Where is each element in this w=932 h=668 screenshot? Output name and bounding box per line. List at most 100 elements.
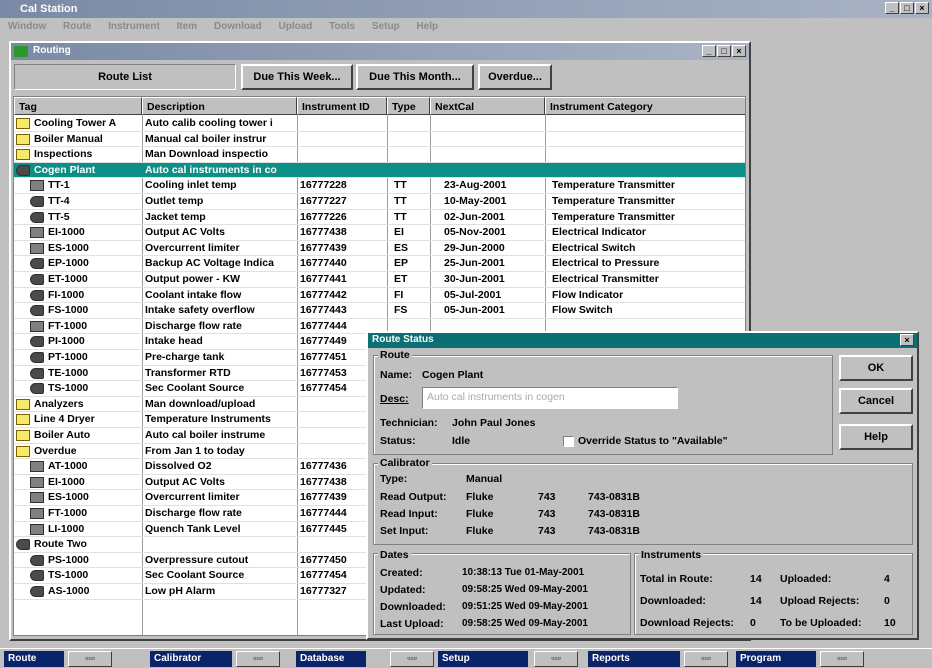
table-row[interactable]: Boiler Manual Manual cal boiler instrur xyxy=(14,132,745,148)
table-row[interactable]: TT-4 Outlet temp 16777227 TT 10-May-2001 Temp… xyxy=(14,194,745,210)
table-cell-id xyxy=(300,147,385,163)
taskbar-item-program[interactable]: Program xyxy=(736,651,816,667)
table-row[interactable]: TT-5 Jacket temp 16777226 TT 02-Jun-2001 Temp… xyxy=(14,210,745,226)
table-row[interactable]: FI-1000 Coolant intake flow 16777442 FI 05-J… xyxy=(14,288,745,304)
column-header-description[interactable]: Description xyxy=(142,97,297,115)
override-status-checkbox[interactable] xyxy=(563,436,574,447)
route-icon xyxy=(30,352,44,363)
column-header-tag[interactable]: Tag xyxy=(14,97,142,115)
taskbar-item-setup[interactable]: Setup xyxy=(438,651,528,667)
restore-icon[interactable]: ▫▫▫ xyxy=(684,651,728,667)
table-cell-type: FI xyxy=(394,288,404,301)
cal-row-make: Fluke xyxy=(466,525,494,537)
table-cell-desc: Output AC Volts xyxy=(145,226,225,239)
table-row[interactable]: EI-1000 Output AC Volts 16777438 EI 05-Nov-2… xyxy=(14,225,745,241)
route-icon xyxy=(30,554,44,566)
type-label: Type: xyxy=(380,473,408,485)
restore-icon[interactable]: ▫▫▫ xyxy=(236,651,280,667)
route-icon xyxy=(30,367,44,379)
minimize-icon[interactable]: _ xyxy=(885,2,899,14)
taskbar-item-database[interactable]: Database xyxy=(296,651,366,667)
restore-icon[interactable]: ▫▫▫ xyxy=(390,651,434,667)
taskbar-item-calibrator[interactable]: Calibrator xyxy=(150,651,232,667)
taskbar-item-reports[interactable]: Reports xyxy=(588,651,680,667)
route-icon xyxy=(30,274,44,285)
restore-icon[interactable]: ▫▫▫ xyxy=(820,651,864,667)
table-cell-desc: Auto calib cooling tower i xyxy=(145,117,273,129)
close-icon[interactable]: × xyxy=(900,334,914,346)
table-row[interactable]: EP-1000 Backup AC Voltage Indica 16777440 E… xyxy=(14,256,745,272)
table-cell-next xyxy=(444,163,544,179)
table-row[interactable]: Inspections Man Download inspectio xyxy=(14,147,745,163)
table-cell-type: TT xyxy=(394,195,407,207)
close-icon[interactable]: × xyxy=(915,2,929,14)
table-cell-tag: FT-1000 xyxy=(48,319,88,332)
date-value: 09:58:25 Wed 09-May-2001 xyxy=(462,584,588,595)
menu-item[interactable]: Upload xyxy=(279,21,313,32)
table-row[interactable]: FS-1000 Intake safety overflow 16777443 FS 0… xyxy=(14,303,745,319)
menu-item[interactable]: Help xyxy=(416,21,438,32)
override-status-label[interactable]: Override Status to "Available" xyxy=(578,435,728,447)
folder-icon xyxy=(16,398,30,410)
overdue-button[interactable]: Overdue... xyxy=(478,64,552,90)
table-cell-id: 16777439 xyxy=(300,241,347,254)
due-this-month-button[interactable]: Due This Month... xyxy=(356,64,474,90)
column-header-instrument-category[interactable]: Instrument Category xyxy=(545,97,745,115)
instrument-icon xyxy=(30,476,44,488)
table-cell-tag: Boiler Manual xyxy=(34,132,103,145)
menu-item[interactable]: Item xyxy=(177,21,198,32)
menu-item[interactable]: Setup xyxy=(372,21,400,32)
instrument-icon xyxy=(30,180,44,192)
due-this-week-button[interactable]: Due This Week... xyxy=(241,64,353,90)
column-header-type[interactable]: Type xyxy=(387,97,430,115)
table-cell-tag: Inspections xyxy=(34,148,93,161)
close-icon[interactable]: × xyxy=(732,45,746,57)
column-header-nextcal[interactable]: NextCal xyxy=(430,97,545,115)
table-cell-tag: Route Two xyxy=(34,538,87,551)
table-cell-next: 30-Jun-2001 xyxy=(444,273,505,285)
minimize-icon[interactable]: _ xyxy=(702,45,716,57)
download-rejects-value: 0 xyxy=(750,617,756,629)
menu-item[interactable]: Tools xyxy=(329,21,355,32)
restore-icon[interactable]: ▫▫▫ xyxy=(68,651,112,667)
downloaded-value: 14 xyxy=(750,595,762,607)
table-cell-desc: Sec Coolant Source xyxy=(145,382,245,395)
table-cell-tag: TT-1 xyxy=(48,179,70,192)
folder-icon xyxy=(16,445,30,457)
table-cell-next: 10-May-2001 xyxy=(444,195,507,207)
instrument-icon xyxy=(30,508,44,519)
route-list-label: Route List xyxy=(14,64,236,90)
help-button[interactable]: Help xyxy=(839,424,913,450)
table-cell-desc xyxy=(145,537,295,553)
column-header-instrument-id[interactable]: Instrument ID xyxy=(297,97,387,115)
table-cell-cat: Electrical to Pressure xyxy=(552,257,660,270)
menu-item[interactable]: Instrument xyxy=(108,21,160,32)
instrument-icon xyxy=(30,492,44,504)
ok-button[interactable]: OK xyxy=(839,355,913,381)
table-cell-tag: TS-1000 xyxy=(48,569,89,582)
taskbar-item-route[interactable]: Route xyxy=(4,651,64,667)
cancel-button[interactable]: Cancel xyxy=(839,388,913,414)
maximize-icon[interactable]: □ xyxy=(717,45,731,57)
desc-input[interactable]: Auto cal instruments in cogen xyxy=(422,387,678,409)
table-row[interactable]: TT-1 Cooling inlet temp 16777228 TT 23-Aug-2… xyxy=(14,178,745,194)
table-cell-tag: PI-1000 xyxy=(48,335,85,348)
table-row[interactable]: Cooling Tower A Auto calib cooling tower … xyxy=(14,116,745,132)
total-in-route-value: 14 xyxy=(750,573,762,585)
table-cell-desc: Jacket temp xyxy=(145,210,206,223)
restore-icon[interactable]: ▫▫▫ xyxy=(534,651,578,667)
table-row[interactable]: ET-1000 Output power - KW 16777441 ET 30-Jun… xyxy=(14,272,745,288)
menu-item[interactable]: Download xyxy=(214,21,262,32)
table-cell-desc: Man download/upload xyxy=(145,397,256,410)
table-row[interactable]: ES-1000 Overcurrent limiter 16777439 ES 29-J… xyxy=(14,241,745,257)
table-cell-id: 16777227 xyxy=(300,195,347,207)
table-cell-desc: Dissolved O2 xyxy=(145,460,212,473)
table-row[interactable]: Cogen Plant Auto cal instruments in co xyxy=(14,162,745,179)
folder-icon xyxy=(16,414,30,426)
table-cell-next: 29-Jun-2000 xyxy=(444,241,505,254)
table-cell-cat: Electrical Switch xyxy=(552,241,636,254)
route-icon xyxy=(30,289,44,301)
menu-item[interactable]: Window xyxy=(8,21,46,32)
menu-item[interactable]: Route xyxy=(63,21,91,32)
maximize-icon[interactable]: □ xyxy=(900,2,914,14)
